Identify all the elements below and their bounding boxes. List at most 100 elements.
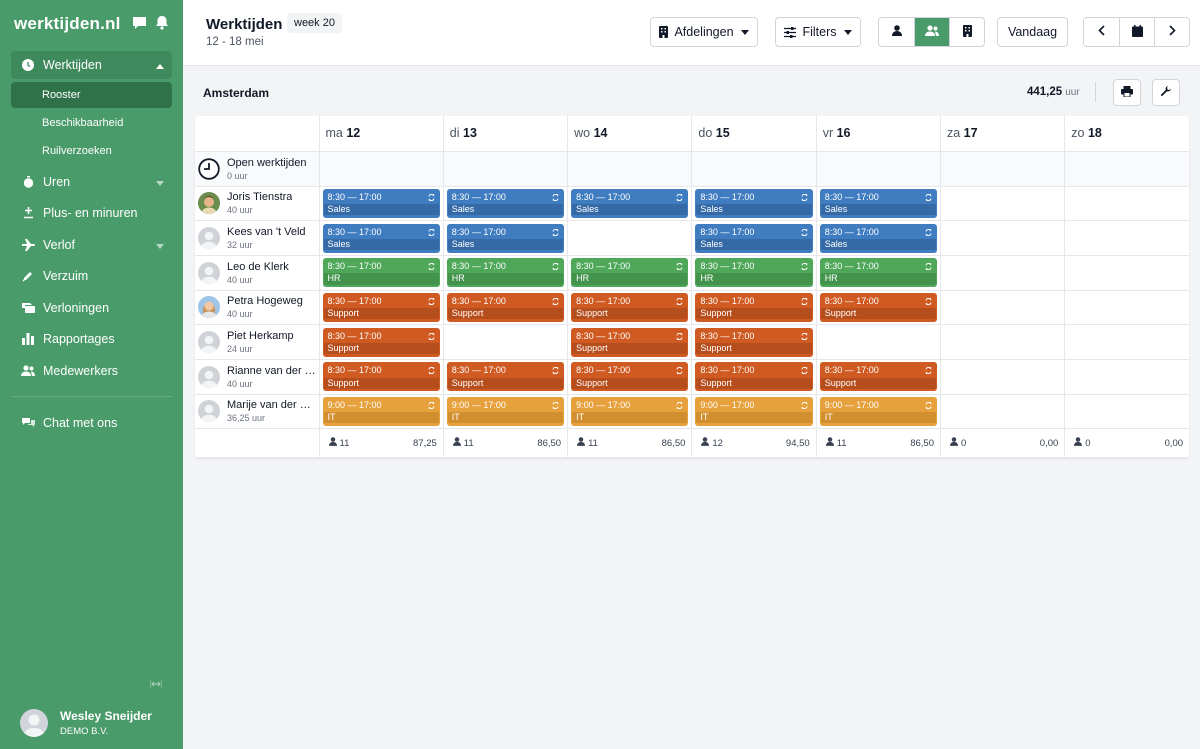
schedule-cell[interactable] [1064,220,1189,256]
shift-block[interactable]: 8:30 — 17:00 Support [819,292,937,322]
schedule-cell[interactable]: 8:30 — 17:00 Support [319,359,444,395]
collapse-sidebar-icon[interactable] [149,677,163,691]
shift-block[interactable]: 8:30 — 17:00 HR [819,258,937,288]
open-shift-cell[interactable] [691,151,817,187]
previous-week-button[interactable] [1084,18,1119,46]
sidebar-item-uren[interactable]: Uren [11,166,172,197]
schedule-cell[interactable]: 8:30 — 17:00 Support [443,359,569,395]
shift-block[interactable]: 8:30 — 17:00 HR [446,258,565,288]
day-header[interactable]: ma 12 [319,116,444,152]
schedule-cell[interactable] [816,324,941,360]
shift-block[interactable]: 8:30 — 17:00 Support [695,292,813,322]
schedule-cell[interactable] [940,220,1066,256]
schedule-cell[interactable] [1064,186,1189,222]
schedule-cell[interactable]: 9:00 — 17:00 IT [816,394,941,430]
schedule-cell[interactable]: 8:30 — 17:00 Support [691,324,817,360]
schedule-cell[interactable]: 9:00 — 17:00 IT [567,394,693,430]
settings-button[interactable] [1152,79,1180,106]
schedule-cell[interactable]: 8:30 — 17:00 Sales [691,186,817,222]
filters-dropdown[interactable]: Filters [775,17,861,47]
open-shift-cell[interactable] [443,151,569,187]
schedule-cell[interactable]: 8:30 — 17:00 Support [443,290,569,326]
shift-block[interactable]: 8:30 — 17:00 Support [819,362,937,392]
schedule-cell[interactable] [1064,324,1189,360]
schedule-cell[interactable]: 8:30 — 17:00 Support [567,359,693,395]
employee-cell[interactable]: Kees van 't Veld 32 uur [195,220,320,256]
next-week-button[interactable] [1154,18,1189,46]
schedule-cell[interactable]: 8:30 — 17:00 HR [443,255,569,291]
schedule-cell[interactable] [443,324,569,360]
shift-block[interactable]: 8:30 — 17:00 Sales [446,223,565,253]
schedule-cell[interactable]: 8:30 — 17:00 HR [691,255,817,291]
shift-block[interactable]: 9:00 — 17:00 IT [322,396,440,426]
shift-block[interactable]: 9:00 — 17:00 IT [571,396,689,426]
open-shift-cell[interactable] [940,151,1066,187]
schedule-cell[interactable]: 8:30 — 17:00 Sales [443,186,569,222]
schedule-cell[interactable]: 8:30 — 17:00 Support [567,324,693,360]
schedule-cell[interactable] [567,220,693,256]
employee-cell[interactable]: Piet Herkamp 24 uur [195,324,320,360]
shift-block[interactable]: 8:30 — 17:00 Support [695,327,813,357]
shift-block[interactable]: 8:30 — 17:00 Sales [819,223,937,253]
schedule-cell[interactable] [1064,290,1189,326]
sidebar-item-verzuim[interactable]: Verzuim [11,261,172,292]
shift-block[interactable]: 9:00 — 17:00 IT [695,396,813,426]
schedule-cell[interactable] [1064,394,1189,430]
calendar-button[interactable] [1119,18,1154,46]
schedule-cell[interactable]: 9:00 — 17:00 IT [319,394,444,430]
logo[interactable]: werktijden.nl [14,14,132,34]
shift-block[interactable]: 8:30 — 17:00 Sales [446,188,565,218]
shift-block[interactable]: 8:30 — 17:00 Support [322,362,440,392]
shift-block[interactable]: 8:30 — 17:00 Sales [819,188,937,218]
day-header[interactable]: wo 14 [567,116,693,152]
schedule-cell[interactable]: 8:30 — 17:00 Support [691,290,817,326]
day-header[interactable]: za 17 [940,116,1066,152]
schedule-cell[interactable]: 8:30 — 17:00 Support [816,359,941,395]
schedule-cell[interactable]: 8:30 — 17:00 Support [691,359,817,395]
shift-block[interactable]: 8:30 — 17:00 Sales [571,188,689,218]
schedule-cell[interactable]: 8:30 — 17:00 HR [816,255,941,291]
shift-block[interactable]: 8:30 — 17:00 Sales [322,223,440,253]
day-header[interactable]: di 13 [443,116,569,152]
sidebar-subitem-ruilverzoeken[interactable]: Ruilverzoeken [11,138,172,164]
view-team-button[interactable] [914,18,949,46]
schedule-cell[interactable]: 8:30 — 17:00 HR [567,255,693,291]
departments-dropdown[interactable]: Afdelingen [650,17,758,47]
schedule-cell[interactable]: 8:30 — 17:00 Sales [816,186,941,222]
schedule-cell[interactable]: 8:30 — 17:00 Support [319,324,444,360]
schedule-cell[interactable]: 8:30 — 17:00 HR [319,255,444,291]
schedule-cell[interactable] [940,290,1066,326]
open-shift-cell[interactable] [816,151,941,187]
sidebar-item-verlof[interactable]: Verlof [11,229,172,260]
view-person-button[interactable] [879,18,914,46]
schedule-cell[interactable]: 9:00 — 17:00 IT [691,394,817,430]
open-shift-cell[interactable] [319,151,444,187]
print-button[interactable] [1113,79,1141,106]
employee-cell[interactable]: Petra Hogeweg 40 uur [195,290,320,326]
day-header[interactable]: do 15 [691,116,817,152]
schedule-cell[interactable] [940,394,1066,430]
sidebar-item-chat[interactable]: Chat met ons [11,407,172,438]
schedule-cell[interactable]: 8:30 — 17:00 Sales [319,186,444,222]
schedule-cell[interactable] [940,324,1066,360]
shift-block[interactable]: 8:30 — 17:00 HR [571,258,689,288]
schedule-cell[interactable] [1064,359,1189,395]
shift-block[interactable]: 8:30 — 17:00 HR [322,258,440,288]
shift-block[interactable]: 8:30 — 17:00 Support [571,327,689,357]
open-shift-cell[interactable] [1064,151,1189,187]
shift-block[interactable]: 8:30 — 17:00 HR [695,258,813,288]
shift-block[interactable]: 8:30 — 17:00 Support [322,292,440,322]
shift-block[interactable]: 8:30 — 17:00 Sales [322,188,440,218]
schedule-cell[interactable]: 8:30 — 17:00 Sales [567,186,693,222]
sidebar-subitem-beschikbaarheid[interactable]: Beschikbaarheid [11,110,172,136]
schedule-cell[interactable] [940,359,1066,395]
schedule-cell[interactable]: 8:30 — 17:00 Sales [443,220,569,256]
employee-cell[interactable]: Marije van der Za... 36,25 uur [195,394,320,430]
schedule-cell[interactable]: 8:30 — 17:00 Support [567,290,693,326]
shift-block[interactable]: 8:30 — 17:00 Support [571,362,689,392]
schedule-cell[interactable]: 8:30 — 17:00 Support [319,290,444,326]
shift-block[interactable]: 8:30 — 17:00 Sales [695,223,813,253]
today-button[interactable]: Vandaag [997,17,1068,47]
sidebar-subitem-rooster[interactable]: Rooster [11,82,172,108]
shift-block[interactable]: 8:30 — 17:00 Support [695,362,813,392]
